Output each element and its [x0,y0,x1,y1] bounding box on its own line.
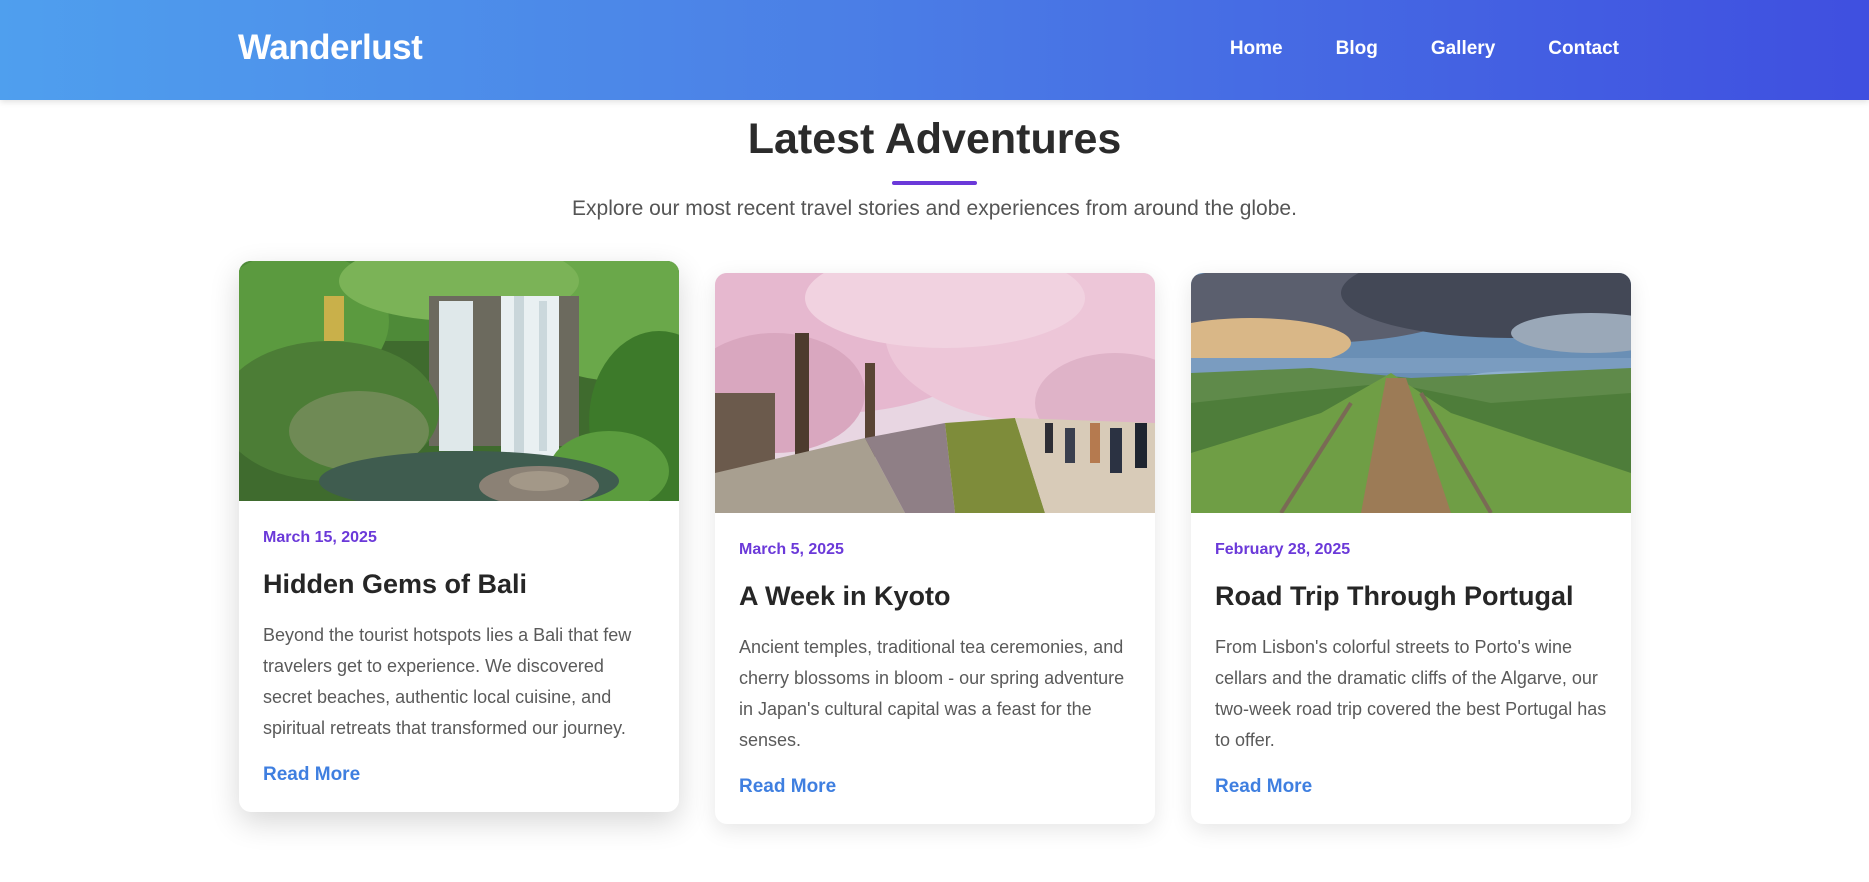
post-date: February 28, 2025 [1215,541,1351,558]
card-body: March 5, 2025 A Week in Kyoto Ancient te… [715,513,1155,824]
nav-link-gallery[interactable]: Gallery [1431,38,1495,60]
site-logo[interactable]: Wanderlust [238,28,423,68]
cherry-blossom-canal-photo[interactable] [715,273,1155,513]
section-title: Latest Adventures [747,115,1122,163]
post-card-kyoto[interactable]: March 5, 2025 A Week in Kyoto Ancient te… [715,273,1155,825]
read-more-link[interactable]: Read More [739,776,836,798]
card-body: February 28, 2025 Road Trip Through Port… [1191,513,1631,824]
nav-link-contact[interactable]: Contact [1548,38,1619,60]
post-excerpt: Beyond the tourist hotspots lies a Bali … [263,625,632,739]
card-body: March 15, 2025 Hidden Gems of Bali Beyon… [239,501,679,812]
section-subtitle: Explore our most recent travel stories a… [572,197,1297,220]
nav-link-home[interactable]: Home [1230,38,1283,60]
read-more-link[interactable]: Read More [1215,776,1312,798]
post-card-bali[interactable]: March 15, 2025 Hidden Gems of Bali Beyon… [239,261,679,813]
post-excerpt: Ancient temples, traditional tea ceremon… [739,637,1125,751]
waterfall-jungle-photo[interactable] [239,261,679,501]
post-card-portugal[interactable]: February 28, 2025 Road Trip Through Port… [1191,273,1631,825]
post-title[interactable]: Hidden Gems of Bali [263,569,655,600]
nav-link-blog[interactable]: Blog [1336,38,1378,60]
title-underline [892,181,977,185]
post-excerpt: From Lisbon's colorful streets to Porto'… [1215,637,1607,751]
mountain-ridge-trail-photo[interactable] [1191,273,1631,513]
main-nav: Home Blog Gallery Contact [1177,38,1619,60]
site-header: Wanderlust Home Blog Gallery Contact [0,0,1869,100]
post-title[interactable]: Road Trip Through Portugal [1215,581,1607,612]
post-title[interactable]: A Week in Kyoto [739,581,1131,612]
read-more-link[interactable]: Read More [263,764,360,786]
post-date: March 15, 2025 [263,529,377,546]
post-date: March 5, 2025 [739,541,844,558]
